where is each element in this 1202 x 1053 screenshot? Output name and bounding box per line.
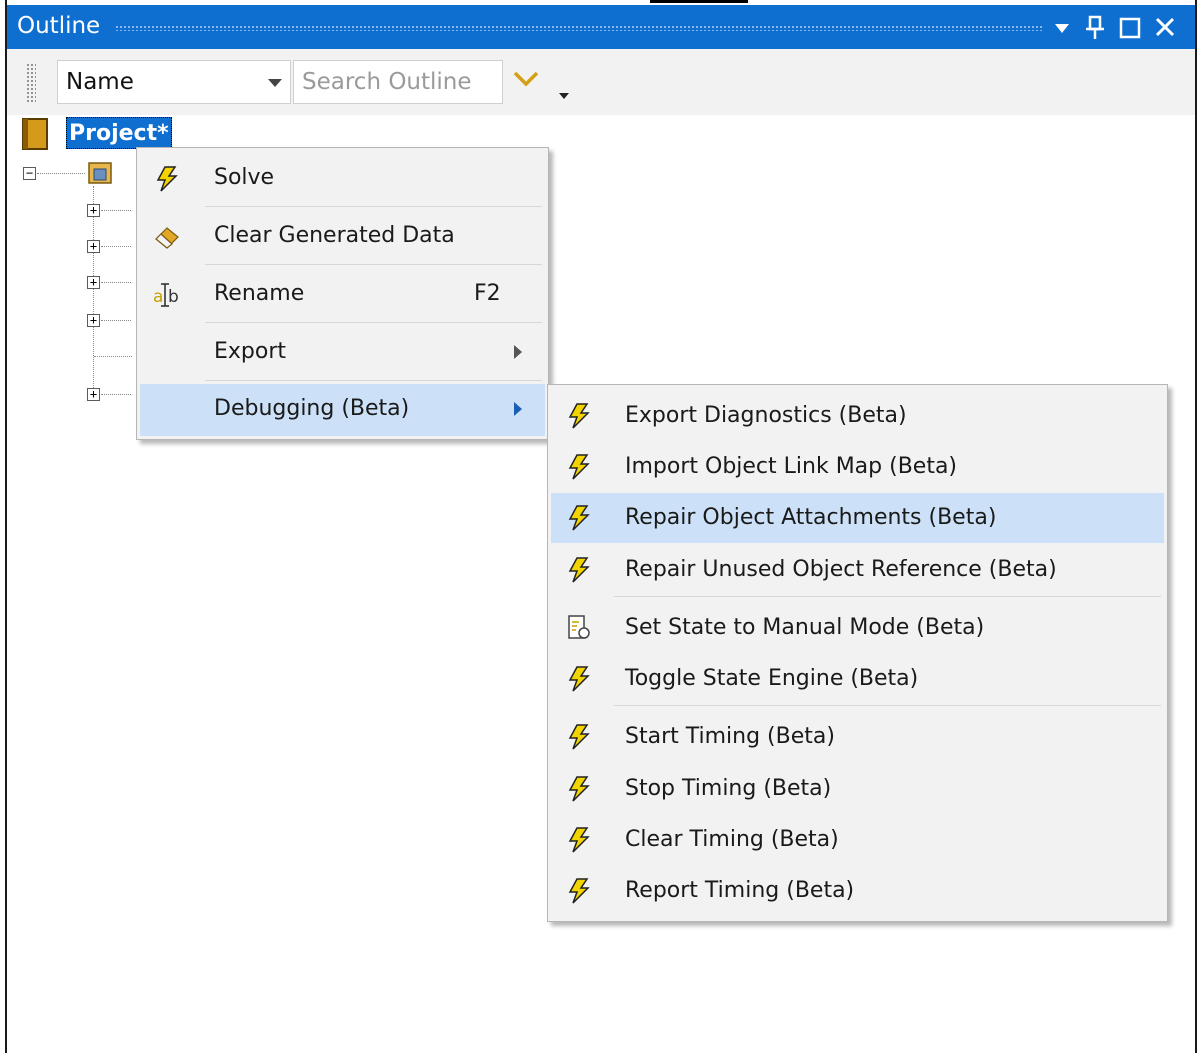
tree-line (101, 394, 131, 395)
submenu-arrow-icon (514, 402, 522, 416)
submenu-item-label: Export Diagnostics (Beta) (625, 403, 907, 428)
tree-line (101, 210, 131, 211)
sort-field-value: Name (66, 69, 134, 95)
svg-text:b: b (168, 287, 179, 307)
document-gear-icon (568, 615, 590, 639)
lightning-icon (568, 505, 590, 531)
model-folder-icon (88, 162, 112, 184)
outline-toolbar: Name (7, 49, 1195, 115)
menu-separator (614, 596, 1161, 597)
menu-item-export[interactable]: Export (137, 325, 548, 381)
lightning-icon (568, 666, 590, 692)
dropdown-arrow-icon (1055, 24, 1069, 33)
submenu-item-label: Toggle State Engine (Beta) (625, 666, 919, 691)
window-dropdown-button[interactable] (1047, 11, 1077, 43)
search-options-button[interactable] (507, 63, 577, 103)
menu-item-clear-generated-data[interactable]: Clear Generated Data (137, 209, 548, 265)
maximize-icon (1119, 17, 1141, 39)
pin-button[interactable] (1080, 11, 1110, 43)
submenu-item-repair-object-attachments[interactable]: Repair Object Attachments (Beta) (551, 493, 1164, 543)
top-edge-marker (650, 0, 748, 3)
lightning-icon (568, 776, 590, 802)
submenu-item-clear-timing[interactable]: Clear Timing (Beta) (551, 815, 1164, 865)
panel-title-bar[interactable]: Outline (7, 5, 1195, 49)
menu-item-solve[interactable]: Solve (137, 151, 548, 207)
menu-separator (205, 322, 542, 323)
tree-line (101, 320, 131, 321)
svg-text:a: a (153, 287, 163, 307)
menu-separator (205, 264, 542, 265)
tree-line (101, 282, 131, 283)
close-button[interactable] (1150, 11, 1180, 43)
lightning-icon (568, 454, 590, 480)
tree-line (101, 246, 131, 247)
close-icon (1155, 17, 1175, 37)
menu-separator (614, 705, 1161, 706)
toolbar-grip[interactable] (26, 63, 36, 103)
search-input[interactable] (293, 60, 503, 104)
lightning-icon (568, 878, 590, 904)
eraser-icon (155, 227, 179, 249)
project-book-icon (22, 118, 48, 150)
pin-icon (1086, 15, 1104, 39)
tree-line (93, 186, 94, 396)
lightning-icon (568, 403, 590, 429)
submenu-arrow-icon (514, 345, 522, 359)
submenu-item-set-state-to-manual-mode[interactable]: Set State to Manual Mode (Beta) (551, 603, 1164, 653)
submenu-item-start-timing[interactable]: Start Timing (Beta) (551, 712, 1164, 762)
expand-toggle[interactable]: + (87, 388, 100, 401)
expand-toggle[interactable]: + (87, 204, 100, 217)
debugging-submenu: Export Diagnostics (Beta) Import Object L… (547, 384, 1168, 922)
chevron-down-icon (513, 71, 569, 99)
menu-item-debugging[interactable]: Debugging (Beta) (140, 384, 545, 436)
lightning-icon (568, 724, 590, 750)
submenu-item-label: Repair Unused Object Reference (Beta) (625, 557, 1057, 582)
tree-node-project[interactable]: Project* (66, 117, 172, 149)
sort-field-dropdown[interactable]: Name (57, 60, 291, 104)
submenu-item-import-object-link-map[interactable]: Import Object Link Map (Beta) (551, 442, 1164, 492)
maximize-button[interactable] (1115, 11, 1145, 43)
tree-line (94, 356, 132, 357)
submenu-item-label: Report Timing (Beta) (625, 878, 855, 903)
expand-toggle[interactable]: + (87, 314, 100, 327)
submenu-item-label: Set State to Manual Mode (Beta) (625, 615, 985, 640)
lightning-icon (568, 827, 590, 853)
submenu-item-label: Clear Timing (Beta) (625, 827, 839, 852)
rename-icon: a b (153, 283, 179, 307)
submenu-item-label: Import Object Link Map (Beta) (625, 454, 958, 479)
submenu-item-stop-timing[interactable]: Stop Timing (Beta) (551, 764, 1164, 814)
submenu-item-export-diagnostics[interactable]: Export Diagnostics (Beta) (551, 391, 1164, 441)
collapse-toggle[interactable]: − (23, 167, 36, 180)
submenu-item-toggle-state-engine[interactable]: Toggle State Engine (Beta) (551, 654, 1164, 704)
expand-toggle[interactable]: + (87, 276, 100, 289)
menu-separator (205, 380, 542, 381)
context-menu: Solve Clear Generated Data a b Rename F2… (136, 147, 549, 440)
panel-title: Outline (17, 13, 101, 39)
lightning-icon (568, 557, 590, 583)
title-grip (115, 25, 1043, 31)
lightning-icon (156, 166, 178, 192)
submenu-item-repair-unused-object-reference[interactable]: Repair Unused Object Reference (Beta) (551, 545, 1164, 595)
submenu-item-report-timing[interactable]: Report Timing (Beta) (551, 866, 1164, 916)
expand-toggle[interactable]: + (87, 240, 100, 253)
menu-item-rename[interactable]: a b Rename F2 (137, 267, 548, 323)
submenu-item-label: Repair Object Attachments (Beta) (625, 505, 997, 530)
tree-line (37, 173, 85, 174)
chevron-down-icon (268, 79, 282, 87)
submenu-item-label: Start Timing (Beta) (625, 724, 835, 749)
submenu-item-label: Stop Timing (Beta) (625, 776, 832, 801)
menu-separator (205, 206, 542, 207)
